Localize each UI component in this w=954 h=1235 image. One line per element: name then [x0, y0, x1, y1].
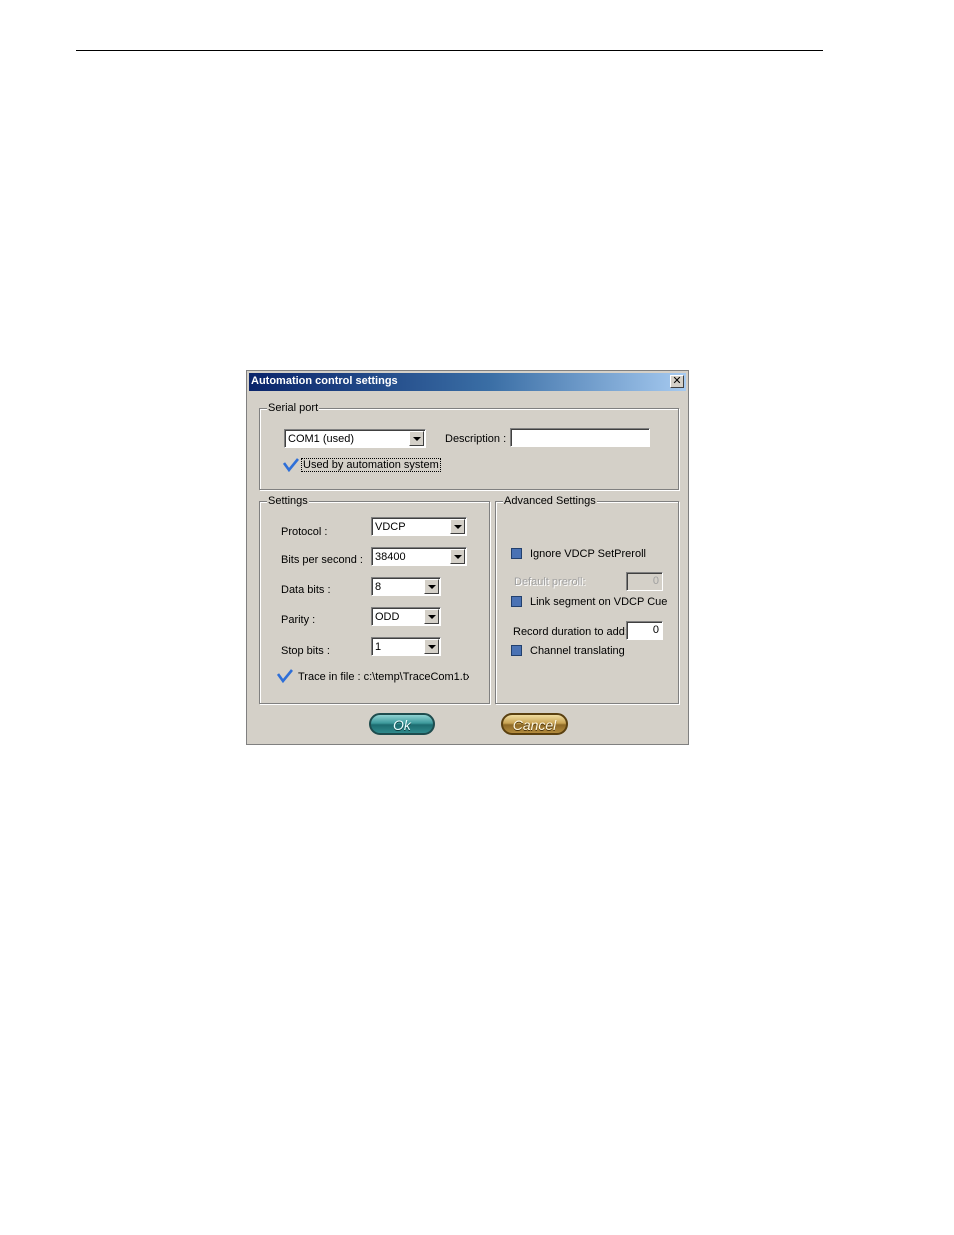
stop-bits-label: Stop bits :: [281, 645, 330, 657]
channel-translating-checkbox[interactable]: [511, 645, 522, 656]
close-icon: ✕: [672, 375, 682, 387]
chevron-down-icon[interactable]: [424, 639, 439, 654]
settings-group: Settings Protocol : VDCP Bits per second…: [259, 495, 490, 704]
stop-bits-value: 1: [375, 641, 382, 653]
record-duration-input[interactable]: 0: [626, 621, 663, 640]
record-duration-label: Record duration to add:: [513, 626, 628, 638]
channel-translating-label: Channel translating: [530, 645, 625, 657]
protocol-value: VDCP: [375, 521, 406, 533]
chevron-down-icon[interactable]: [424, 609, 439, 624]
used-by-automation-checkbox-label[interactable]: Used by automation system: [301, 458, 441, 472]
data-bits-select[interactable]: 8: [371, 577, 441, 596]
chevron-down-icon[interactable]: [409, 431, 424, 446]
parity-value: ODD: [375, 611, 400, 623]
default-preroll-label: Default preroll:: [514, 576, 586, 588]
serial-port-value: COM1 (used): [288, 433, 355, 445]
cancel-button[interactable]: Cancel: [501, 713, 568, 735]
close-button[interactable]: ✕: [670, 375, 684, 388]
chevron-down-icon[interactable]: [450, 549, 465, 564]
protocol-label: Protocol :: [281, 526, 328, 538]
trace-in-file-label[interactable]: Trace in file : c:\temp\TraceCom1.txt: [298, 671, 469, 683]
data-bits-label: Data bits :: [281, 584, 331, 596]
description-label: Description :: [445, 433, 507, 445]
link-segment-checkbox[interactable]: [511, 596, 522, 607]
parity-label: Parity :: [281, 614, 316, 626]
checkmark-icon[interactable]: [277, 669, 293, 683]
advanced-settings-group-label: Advanced Settings: [503, 495, 597, 507]
serial-port-group-label: Serial port: [267, 402, 320, 414]
page-top-rule: [76, 50, 823, 51]
default-preroll-input[interactable]: 0: [626, 572, 663, 591]
automation-settings-dialog: Automation control settings ✕ Serial por…: [246, 370, 689, 745]
bits-per-second-label: Bits per second :: [281, 554, 363, 566]
bits-per-second-value: 38400: [375, 551, 406, 563]
chevron-down-icon[interactable]: [450, 519, 465, 534]
link-segment-label: Link segment on VDCP Cue: [530, 596, 668, 608]
dialog-title: Automation control settings: [251, 375, 398, 387]
serial-port-group: Serial port COM1 (used) Description : Us…: [259, 402, 679, 490]
settings-group-label: Settings: [267, 495, 309, 507]
ignore-preroll-label: Ignore VDCP SetPreroll: [530, 548, 646, 560]
ok-button[interactable]: Ok: [369, 713, 435, 735]
title-bar[interactable]: Automation control settings ✕: [249, 373, 686, 391]
ignore-preroll-checkbox[interactable]: [511, 548, 522, 559]
description-input[interactable]: [510, 428, 650, 447]
data-bits-value: 8: [375, 581, 382, 593]
parity-select[interactable]: ODD: [371, 607, 441, 626]
bits-per-second-select[interactable]: 38400: [371, 547, 467, 566]
checkmark-icon[interactable]: [283, 458, 299, 472]
serial-port-select[interactable]: COM1 (used): [284, 429, 426, 448]
stop-bits-select[interactable]: 1: [371, 637, 441, 656]
protocol-select[interactable]: VDCP: [371, 517, 467, 536]
advanced-settings-group: Advanced Settings Ignore VDCP SetPreroll…: [495, 495, 679, 704]
chevron-down-icon[interactable]: [424, 579, 439, 594]
